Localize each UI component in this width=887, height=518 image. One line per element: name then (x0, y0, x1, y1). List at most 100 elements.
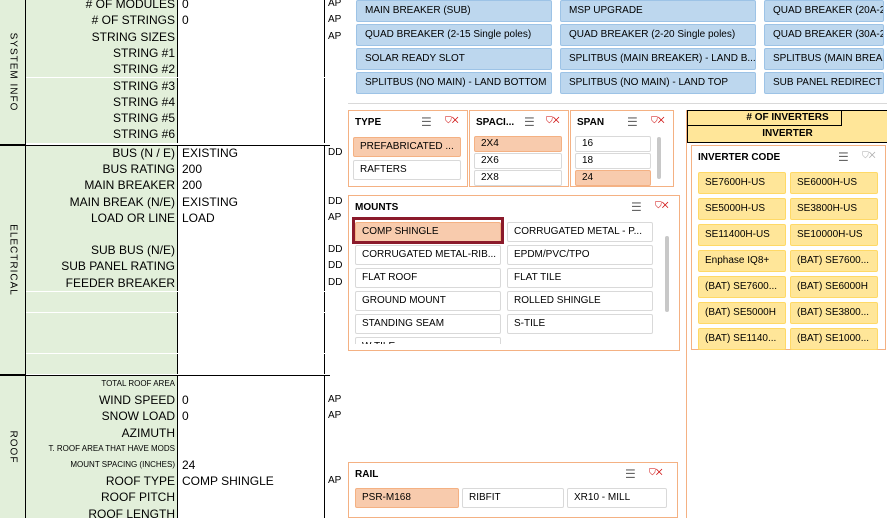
breaker-option[interactable]: SOLAR READY SLOT (356, 48, 552, 70)
span-option[interactable]: 16 (575, 136, 651, 152)
mount-option[interactable]: S-TILE (507, 314, 653, 334)
electrical-row-value[interactable] (179, 258, 325, 275)
inverter-option[interactable]: SE3800H-US (790, 198, 878, 220)
inverter-option[interactable]: SE6000H-US (790, 172, 878, 194)
system-row-value[interactable]: 0 (179, 12, 325, 29)
electrical-row-value[interactable]: 200 (179, 177, 325, 194)
breaker-option[interactable]: QUAD BREAKER (2-15 Single poles) (356, 24, 552, 46)
num-inverters-cell (841, 110, 887, 126)
roof-row-value[interactable] (179, 424, 325, 441)
inverter-option[interactable]: (BAT) SE1000... (790, 328, 878, 350)
electrical-row-value[interactable] (179, 242, 325, 259)
breaker-option[interactable]: QUAD BREAKER (2-20 Single poles) (560, 24, 756, 46)
clear-filter-icon[interactable]: ⛉✕ (445, 115, 459, 126)
inverter-option[interactable]: (BAT) SE1140... (698, 328, 786, 350)
electrical-row-value[interactable]: EXISTING (179, 145, 325, 162)
mount-option[interactable]: FLAT ROOF (355, 268, 501, 288)
multi-select-icon[interactable]: ☰ (625, 467, 636, 481)
scrollbar[interactable] (665, 236, 669, 312)
spacing-option[interactable]: 2X6 (474, 153, 562, 169)
breaker-option[interactable]: MAIN BREAKER (SUB) (356, 0, 552, 22)
inverter-option[interactable]: SE11400H-US (698, 224, 786, 246)
inverter-option[interactable]: Enphase IQ8+ (698, 250, 786, 272)
system-row-value[interactable] (179, 28, 325, 45)
rail-option[interactable]: PSR-M168 (355, 488, 459, 508)
mount-option[interactable]: W TILE (355, 337, 501, 344)
roof-row-label: SNOW LOAD (26, 408, 178, 425)
slicer-title: RAIL (355, 469, 379, 480)
inverter-option[interactable]: (BAT) SE7600... (698, 276, 786, 298)
section-label: ELECTRICAL (7, 223, 18, 296)
inverter-option[interactable]: (BAT) SE6000H (790, 276, 878, 298)
system-row-value[interactable] (179, 93, 325, 111)
roof-row-value[interactable]: 0 (179, 408, 325, 425)
system-row-label: STRING SIZES (26, 28, 178, 45)
mount-option[interactable]: ROLLED SHINGLE (507, 291, 653, 311)
scrollbar[interactable] (657, 137, 661, 179)
inverter-option[interactable]: SE7600H-US (698, 172, 786, 194)
electrical-row-value[interactable]: 200 (179, 161, 325, 178)
roof-row-value[interactable] (179, 489, 325, 506)
roof-row-value[interactable]: 0 (179, 392, 325, 409)
roof-row-value[interactable] (179, 376, 325, 393)
electrical-row-flag: DD (328, 276, 343, 288)
system-row-flag: AP (328, 14, 342, 26)
system-row-value[interactable] (179, 110, 325, 127)
clear-filter-icon[interactable]: ⛉✕ (546, 115, 560, 126)
system-row-value[interactable] (179, 61, 325, 78)
inverter-option[interactable]: (BAT) SE7600... (790, 250, 878, 272)
breaker-option[interactable]: QUAD BREAKER (30A-2 (764, 24, 884, 46)
electrical-row-label (26, 226, 178, 243)
mount-option[interactable]: STANDING SEAM (355, 314, 501, 334)
spacing-option[interactable]: 2X4 (474, 136, 562, 152)
mount-option[interactable]: EPDM/PVC/TPO (507, 245, 653, 265)
mount-option[interactable]: FLAT TILE (507, 268, 653, 288)
inverter-option[interactable]: (BAT) SE3800... (790, 302, 878, 324)
electrical-row-value[interactable] (179, 333, 325, 353)
spacing-option[interactable]: 2X8 (474, 170, 562, 186)
inverter-option[interactable]: SE10000H-US (790, 224, 878, 246)
multi-select-icon[interactable]: ☰ (838, 150, 849, 164)
type-option[interactable]: RAFTERS (353, 160, 461, 180)
breaker-option[interactable]: SPLITBUS (MAIN BREAK (764, 48, 884, 70)
clear-filter-icon[interactable]: ⛉✕ (649, 467, 663, 478)
type-option[interactable]: PREFABRICATED ... (353, 137, 461, 157)
system-row-value[interactable] (179, 77, 325, 94)
breaker-option[interactable]: SUB PANEL REDIRECT (L (764, 72, 884, 94)
electrical-row-value[interactable] (179, 274, 325, 291)
roof-row-value[interactable]: 24 (179, 457, 325, 474)
breaker-option[interactable]: QUAD BREAKER (20A-2 (764, 0, 884, 22)
mount-option[interactable]: GROUND MOUNT (355, 291, 501, 311)
electrical-row-value[interactable]: LOAD (179, 209, 325, 226)
system-row-value[interactable]: 0 (179, 0, 325, 13)
clear-filter-icon[interactable]: ⛉✕ (862, 150, 876, 161)
mount-option[interactable]: CORRUGATED METAL - P... (507, 222, 653, 242)
span-option[interactable]: 18 (575, 153, 651, 169)
electrical-row-value[interactable] (179, 292, 325, 312)
system-row-flag: AP (328, 30, 342, 42)
multi-select-icon[interactable]: ☰ (421, 115, 432, 129)
system-row-value[interactable] (179, 126, 325, 143)
span-option[interactable]: 24 (575, 170, 651, 186)
roof-row-value[interactable]: COMP SHINGLE (179, 473, 325, 490)
inverter-option[interactable]: SE5000H-US (698, 198, 786, 220)
electrical-row-value[interactable] (179, 226, 325, 243)
inverter-option[interactable]: (BAT) SE5000H (698, 302, 786, 324)
rail-option[interactable]: XR10 - MILL (567, 488, 667, 508)
breaker-option[interactable]: MSP UPGRADE (560, 0, 756, 22)
roof-row-value[interactable] (179, 440, 325, 457)
breaker-option[interactable]: SPLITBUS (NO MAIN) - LAND BOTTOM (356, 72, 552, 94)
electrical-row-value[interactable] (179, 353, 325, 374)
electrical-row-value[interactable] (179, 312, 325, 333)
slicer-title: SPAN (577, 117, 605, 128)
breaker-option[interactable]: SPLITBUS (NO MAIN) - LAND TOP (560, 72, 756, 94)
clear-filter-icon[interactable]: ⛉✕ (651, 115, 665, 126)
roof-row-value[interactable] (179, 505, 325, 518)
rail-option[interactable]: RIBFIT (462, 488, 564, 508)
system-row-value[interactable] (179, 44, 325, 62)
electrical-row-value[interactable]: EXISTING (179, 193, 325, 210)
mount-option[interactable]: CORRUGATED METAL-RIB... (355, 245, 501, 265)
breaker-option[interactable]: SPLITBUS (MAIN BREAKER) - LAND B... (560, 48, 756, 70)
multi-select-icon[interactable]: ☰ (524, 115, 535, 129)
multi-select-icon[interactable]: ☰ (627, 115, 638, 129)
